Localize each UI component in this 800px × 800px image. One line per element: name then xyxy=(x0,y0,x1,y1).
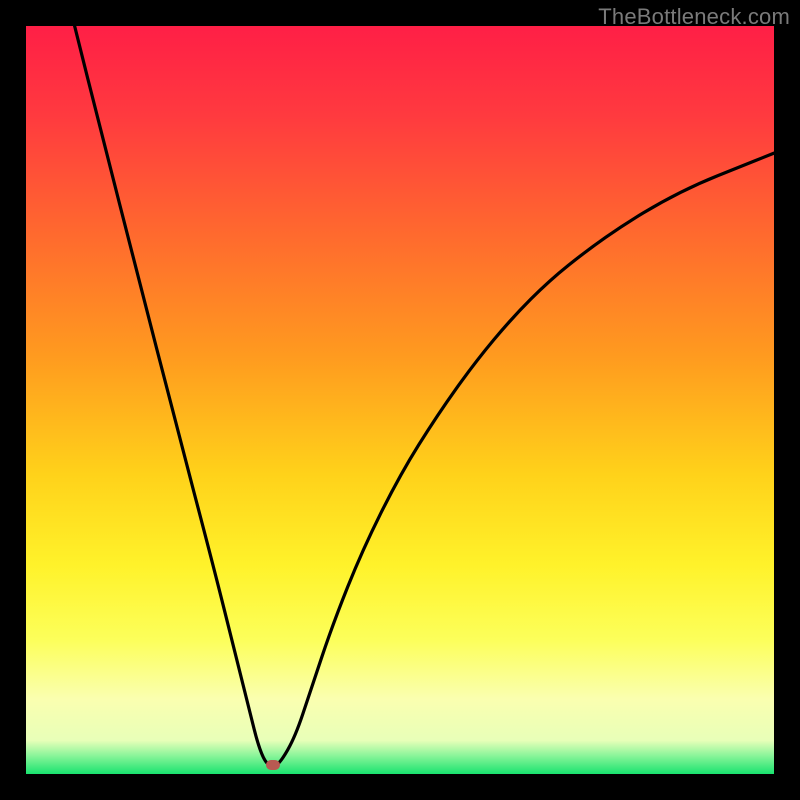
plot-area xyxy=(26,26,774,774)
min-marker xyxy=(266,760,280,770)
heat-gradient xyxy=(26,26,774,774)
attribution-text: TheBottleneck.com xyxy=(598,4,790,30)
chart-frame: TheBottleneck.com xyxy=(0,0,800,800)
